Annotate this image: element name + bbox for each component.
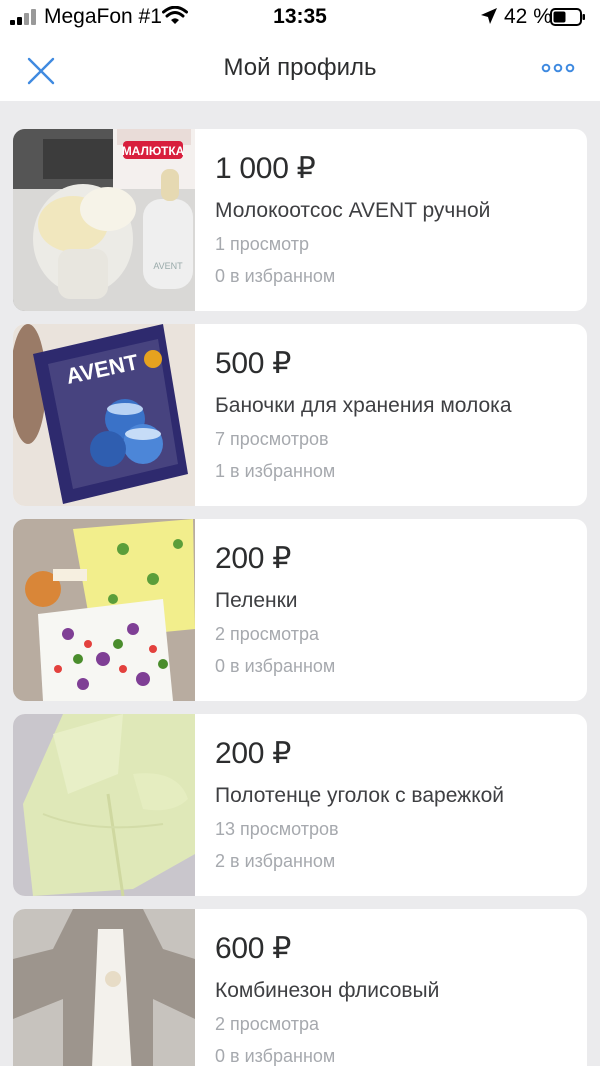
listing-favorites: 2 в избранном bbox=[215, 851, 336, 871]
battery-percent: 42 % bbox=[504, 5, 552, 28]
listing-price: 500 ₽ bbox=[215, 347, 291, 380]
listing-card[interactable]: 200 ₽ Полотенце уголок с варежкой 13 про… bbox=[13, 714, 587, 896]
listing-title: Полотенце уголок с варежкой bbox=[215, 784, 505, 807]
top-bar: MegaFon #1 13:35 42 % Мой профиль bbox=[0, 0, 600, 101]
listing-photo bbox=[13, 909, 195, 1066]
fleece-overall-photo-icon bbox=[13, 909, 195, 1066]
listing-views: 7 просмотров bbox=[215, 429, 329, 449]
towel-photo-icon bbox=[13, 714, 195, 896]
listing-photo bbox=[13, 519, 195, 701]
listing-title: Комбинезон флисовый bbox=[215, 979, 440, 1002]
listing-price: 200 ₽ bbox=[215, 737, 291, 770]
listing-price: 1 000 ₽ bbox=[215, 152, 316, 185]
listing-title: Баночки для хранения молока bbox=[215, 394, 512, 417]
listing-favorites: 0 в избранном bbox=[215, 1046, 336, 1066]
listing-card[interactable]: МАЛЮТКА AVENT 1 000 ₽ Молокоотсос AVENT … bbox=[13, 129, 587, 311]
listing-title: Молокоотсос AVENT ручной bbox=[215, 199, 491, 222]
location-arrow-icon bbox=[481, 8, 497, 24]
listing-price: 600 ₽ bbox=[215, 932, 291, 965]
navigation-bar: Мой профиль bbox=[0, 34, 600, 101]
listing-title: Пеленки bbox=[215, 589, 298, 612]
breast-pump-photo-icon: МАЛЮТКА AVENT bbox=[13, 129, 195, 311]
more-options-icon[interactable] bbox=[540, 58, 576, 78]
diapers-photo-icon bbox=[13, 519, 195, 701]
svg-text:AVENT: AVENT bbox=[153, 261, 183, 271]
listing-card[interactable]: 200 ₽ Пеленки 2 просмотра 0 в избранном bbox=[13, 519, 587, 701]
svg-text:МАЛЮТКА: МАЛЮТКА bbox=[122, 144, 185, 158]
battery-icon bbox=[550, 8, 585, 26]
listing-card[interactable]: 600 ₽ Комбинезон флисовый 2 просмотра 0 … bbox=[13, 909, 587, 1066]
milk-containers-photo-icon: AVENT bbox=[13, 324, 195, 506]
listing-views: 13 просмотров bbox=[215, 819, 339, 839]
listing-favorites: 0 в избранном bbox=[215, 266, 336, 286]
listing-photo bbox=[13, 714, 195, 896]
listing-card[interactable]: AVENT 500 ₽ Баночки для хранения молока … bbox=[13, 324, 587, 506]
page-title: Мой профиль bbox=[223, 54, 377, 81]
listing-photo: AVENT bbox=[13, 324, 195, 506]
status-bar: MegaFon #1 13:35 42 % bbox=[0, 0, 600, 34]
listing-favorites: 1 в избранном bbox=[215, 461, 336, 481]
listing-favorites: 0 в избранном bbox=[215, 656, 336, 676]
listing-views: 2 просмотра bbox=[215, 624, 320, 644]
listing-views: 2 просмотра bbox=[215, 1014, 320, 1034]
listing-views: 1 просмотр bbox=[215, 234, 310, 254]
listing-photo: МАЛЮТКА AVENT bbox=[13, 129, 195, 311]
listings-list: МАЛЮТКА AVENT 1 000 ₽ Молокоотсос AVENT … bbox=[13, 129, 587, 1066]
listing-price: 200 ₽ bbox=[215, 542, 291, 575]
